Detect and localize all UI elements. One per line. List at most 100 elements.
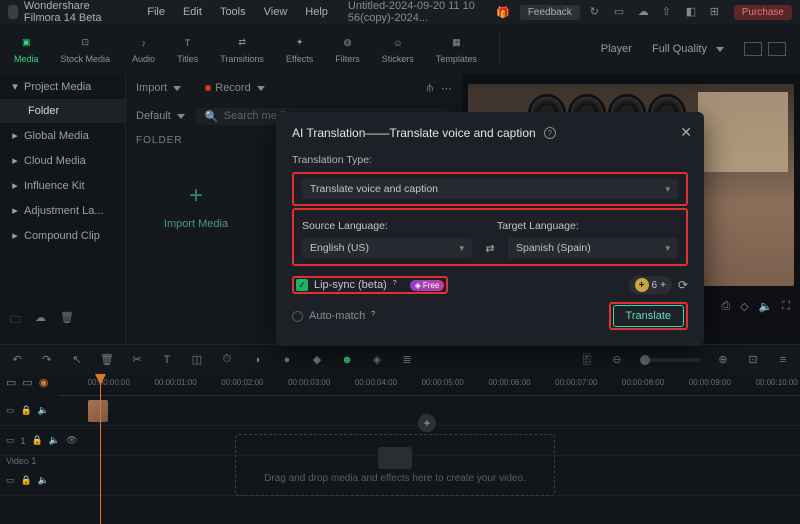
menu-file[interactable]: File bbox=[147, 6, 165, 18]
volume-icon[interactable]: 🔈 bbox=[759, 300, 773, 313]
crop-icon[interactable]: ◫ bbox=[190, 353, 204, 367]
info-icon[interactable]: ? bbox=[393, 280, 404, 291]
track-icon[interactable]: ≣ bbox=[400, 353, 414, 367]
menu-view[interactable]: View bbox=[264, 6, 288, 18]
color-icon[interactable]: ◑ bbox=[250, 353, 264, 367]
credits-badge[interactable]: + 6+ bbox=[629, 276, 672, 294]
purchase-button[interactable]: Purchase bbox=[734, 5, 792, 20]
drop-zone[interactable]: Drag and drop media and effects here to … bbox=[235, 434, 555, 496]
info-icon[interactable]: ? bbox=[371, 311, 382, 322]
clip[interactable] bbox=[88, 400, 108, 422]
new-folder-icon[interactable]: 🗀 bbox=[10, 311, 21, 330]
sort-dropdown[interactable]: Default bbox=[136, 110, 185, 122]
trash-icon[interactable]: 🗑 bbox=[60, 311, 74, 330]
menu-tools[interactable]: Tools bbox=[220, 6, 246, 18]
import-media-slot[interactable]: + Import Media bbox=[136, 161, 256, 251]
feedback-button[interactable]: Feedback bbox=[520, 5, 580, 20]
sidebar-item-global-media[interactable]: ▸Global Media bbox=[0, 123, 125, 148]
layout-a-icon[interactable] bbox=[744, 42, 762, 56]
split-icon[interactable]: ✂ bbox=[130, 353, 144, 367]
undo-icon[interactable]: ↶ bbox=[10, 353, 24, 367]
mute-icon[interactable]: 🔈 bbox=[38, 475, 49, 486]
tool-titles[interactable]: TTitles bbox=[177, 35, 198, 64]
lock-icon[interactable]: 🔒 bbox=[21, 405, 32, 416]
player-label[interactable]: Player bbox=[601, 43, 632, 55]
swap-languages-button[interactable]: ⇄ bbox=[482, 240, 498, 256]
caret-icon: ▸ bbox=[12, 229, 18, 242]
zoom-out-icon[interactable]: ⊖ bbox=[610, 353, 624, 367]
snapshot-icon[interactable]: ⎙ bbox=[721, 300, 730, 313]
refresh-icon[interactable]: ⟳ bbox=[678, 278, 688, 292]
playhead[interactable] bbox=[100, 374, 101, 524]
fit-icon[interactable]: ⊡ bbox=[746, 353, 760, 367]
zoom-slider[interactable] bbox=[640, 358, 700, 362]
quality-select[interactable]: Full Quality bbox=[652, 43, 724, 55]
record-tl-icon[interactable]: ● bbox=[280, 353, 294, 367]
pointer-icon[interactable]: ↖ bbox=[70, 353, 84, 367]
cloud-icon[interactable]: ☁ bbox=[638, 5, 652, 19]
import-dropdown[interactable]: Import bbox=[136, 82, 181, 94]
fullscreen-icon[interactable]: ⛶ bbox=[782, 300, 790, 313]
track-toggle-icon[interactable]: ▭ bbox=[6, 435, 15, 446]
sidebar-cloud-icon[interactable]: ☁ bbox=[35, 311, 46, 330]
settings-icon[interactable]: ≡ bbox=[776, 353, 790, 367]
lock-icon[interactable]: 🔒 bbox=[21, 475, 32, 486]
tool-stock-media[interactable]: ⊡Stock Media bbox=[61, 35, 111, 64]
zoom-in-icon[interactable]: ⊕ bbox=[716, 353, 730, 367]
sync-icon[interactable]: ↻ bbox=[590, 5, 604, 19]
close-button[interactable]: ✕ bbox=[680, 124, 692, 141]
add-track-button[interactable]: + bbox=[418, 414, 436, 432]
menu-help[interactable]: Help bbox=[305, 6, 328, 18]
track-toggle-icon[interactable]: ▭ bbox=[6, 405, 15, 416]
track-overlay[interactable]: ▭ 🔒 🔈 bbox=[0, 396, 800, 426]
speed-icon[interactable]: ⏱ bbox=[220, 353, 234, 367]
tool-filters[interactable]: ◍Filters bbox=[335, 35, 360, 64]
sidebar-item-folder[interactable]: Folder bbox=[0, 99, 125, 123]
tool-transitions[interactable]: ⇄Transitions bbox=[220, 35, 264, 64]
translate-button[interactable]: Translate bbox=[613, 305, 684, 327]
track-toggle-icon[interactable]: ▭ bbox=[6, 475, 15, 486]
mix-icon[interactable]: 🎚 bbox=[580, 353, 594, 367]
tool-stickers[interactable]: ☺Stickers bbox=[382, 35, 414, 64]
notify-icon[interactable]: ◧ bbox=[686, 5, 700, 19]
gift-icon[interactable]: 🎁 bbox=[496, 6, 510, 19]
tool-templates[interactable]: ▦Templates bbox=[436, 35, 477, 64]
marker2-icon[interactable]: ◈ bbox=[370, 353, 384, 367]
transitions-icon: ⇄ bbox=[233, 35, 251, 51]
source-language-select[interactable]: English (US) ▾ bbox=[302, 238, 472, 258]
upload-icon[interactable]: ⇧ bbox=[662, 5, 676, 19]
automatch-radio[interactable] bbox=[292, 311, 303, 322]
sidebar-item-influence-kit[interactable]: ▸Influence Kit bbox=[0, 173, 125, 198]
track-lock-icon[interactable]: ▭ bbox=[22, 376, 32, 389]
grid-icon[interactable]: ⊞ bbox=[710, 5, 724, 19]
tool-media[interactable]: ▣Media bbox=[14, 35, 39, 64]
track-options-icon[interactable]: ▭ bbox=[6, 376, 16, 389]
redo-icon[interactable]: ↷ bbox=[40, 353, 54, 367]
sidebar-item-compound-clip[interactable]: ▸Compound Clip bbox=[0, 223, 125, 248]
free-badge: ◈Free bbox=[410, 280, 445, 291]
time-ruler[interactable]: 00:00:00:00 00:00:01:00 00:00:02:00 00:0… bbox=[58, 378, 800, 396]
magnet-icon[interactable]: ◉ bbox=[39, 376, 49, 389]
ai-face-icon[interactable]: ☻ bbox=[340, 353, 354, 367]
filter-icon[interactable]: ⫛ bbox=[426, 82, 433, 95]
sidebar-item-project-media[interactable]: ▾Project Media bbox=[0, 74, 125, 99]
keyframe-icon[interactable]: ◆ bbox=[310, 353, 324, 367]
translation-type-select[interactable]: Translate voice and caption ▾ bbox=[302, 179, 678, 199]
text-icon[interactable]: T bbox=[160, 353, 174, 367]
tool-audio[interactable]: ♪Audio bbox=[132, 35, 155, 64]
target-language-select[interactable]: Spanish (Spain) ▾ bbox=[508, 238, 678, 258]
info-icon[interactable]: ? bbox=[544, 127, 556, 139]
more-icon[interactable]: ⋯ bbox=[441, 82, 452, 95]
marker-icon[interactable]: ◇ bbox=[740, 300, 748, 313]
menu-edit[interactable]: Edit bbox=[183, 6, 202, 18]
lipsync-checkbox[interactable]: ✓ Lip-sync (beta) ? ◈Free bbox=[296, 279, 444, 291]
mute-icon[interactable]: 🔈 bbox=[38, 405, 49, 416]
lock-icon[interactable]: 🔒 bbox=[32, 435, 43, 446]
window-icon[interactable]: ▭ bbox=[614, 5, 628, 19]
sidebar-item-adjustment-layer[interactable]: ▸Adjustment La... bbox=[0, 198, 125, 223]
sidebar-item-cloud-media[interactable]: ▸Cloud Media bbox=[0, 148, 125, 173]
delete-icon[interactable]: 🗑 bbox=[100, 353, 114, 367]
layout-b-icon[interactable] bbox=[768, 42, 786, 56]
record-dropdown[interactable]: Record bbox=[205, 82, 265, 94]
tool-effects[interactable]: ✦Effects bbox=[286, 35, 313, 64]
